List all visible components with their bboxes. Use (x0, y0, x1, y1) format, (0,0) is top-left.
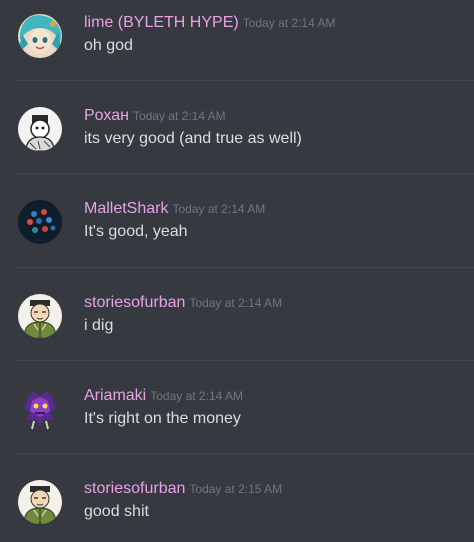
username[interactable]: Pохан (84, 107, 129, 124)
message-divider (16, 360, 474, 361)
avatar[interactable] (18, 480, 62, 524)
message-content: good shit (84, 503, 149, 520)
timestamp[interactable]: Today at 2:14 AM (133, 109, 226, 123)
chat-message: storiesofurban Today at 2:15 AM good shit (0, 466, 474, 542)
timestamp[interactable]: Today at 2:14 AM (243, 16, 336, 30)
chat-message: Pохан Today at 2:14 AM its very good (and… (0, 93, 474, 173)
sketch-character-avatar (18, 107, 62, 151)
username[interactable]: storiesofurban (84, 294, 185, 311)
avatar[interactable] (18, 200, 62, 244)
username[interactable]: Ariamaki (84, 387, 146, 404)
username[interactable]: lime (BYLETH HYPE) (84, 14, 239, 31)
timestamp[interactable]: Today at 2:14 AM (172, 202, 265, 216)
message-divider (16, 267, 474, 268)
message-header: lime (BYLETH HYPE) Today at 2:14 AM (84, 13, 335, 33)
message-content: oh god (84, 37, 133, 54)
chat-message: MalletShark Today at 2:14 AM It's good, y… (0, 186, 474, 266)
message-content: It's right on the money (84, 410, 241, 427)
message-divider (16, 453, 474, 454)
green-coat-character-avatar (18, 294, 62, 338)
avatar[interactable] (18, 294, 62, 338)
dark-dots-avatar (18, 200, 62, 244)
avatar[interactable] (18, 107, 62, 151)
message-content: i dig (84, 317, 114, 334)
username[interactable]: MalletShark (84, 200, 168, 217)
chat-message-list: lime (BYLETH HYPE) Today at 2:14 AM oh go… (0, 0, 474, 542)
timestamp[interactable]: Today at 2:15 AM (189, 482, 282, 496)
chat-message: storiesofurban Today at 2:14 AM i dig (0, 280, 474, 360)
message-content: It's good, yeah (84, 223, 188, 240)
message-content: its very good (and true as well) (84, 130, 302, 147)
timestamp[interactable]: Today at 2:14 AM (150, 389, 243, 403)
green-coat-character-avatar (18, 480, 62, 524)
teal-haired-anime-avatar (18, 14, 62, 58)
message-header: MalletShark Today at 2:14 AM (84, 199, 265, 219)
avatar[interactable] (18, 14, 62, 58)
message-header: Ariamaki Today at 2:14 AM (84, 386, 243, 406)
chat-message: lime (BYLETH HYPE) Today at 2:14 AM oh go… (0, 0, 474, 80)
message-header: storiesofurban Today at 2:14 AM (84, 293, 282, 313)
timestamp[interactable]: Today at 2:14 AM (189, 296, 282, 310)
message-header: storiesofurban Today at 2:15 AM (84, 479, 282, 499)
message-header: Pохан Today at 2:14 AM (84, 106, 226, 126)
purple-creature-avatar (18, 387, 62, 431)
username[interactable]: storiesofurban (84, 480, 185, 497)
message-divider (16, 80, 474, 81)
message-divider (16, 173, 474, 174)
chat-message: Ariamaki Today at 2:14 AM It's right on t… (0, 373, 474, 453)
avatar[interactable] (18, 387, 62, 431)
